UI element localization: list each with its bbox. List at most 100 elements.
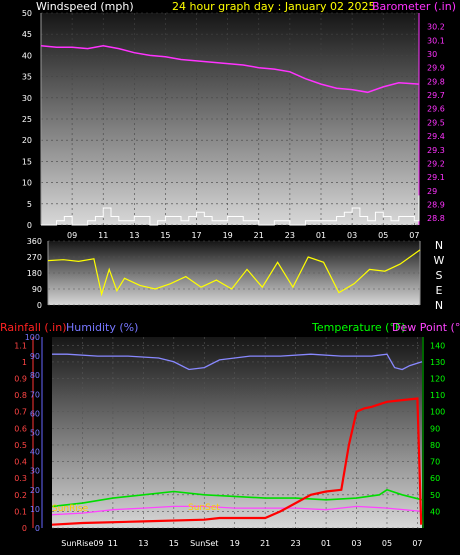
- humidity-tick-label: 60: [30, 409, 40, 418]
- humidity-tick-label: 80: [30, 371, 40, 380]
- temp-tick-label: 40: [430, 507, 440, 516]
- x-tick-label: 09: [67, 231, 77, 240]
- direction-tick-label: 90: [32, 285, 42, 294]
- wind-tick-label: 0: [27, 221, 32, 230]
- x-tick-label: 13: [138, 539, 148, 548]
- x-tick-label: 05: [382, 539, 392, 548]
- rain-tick-label: 0.4: [14, 458, 27, 467]
- x-tick-label: 15: [169, 539, 179, 548]
- x-tick-label: 11: [98, 231, 108, 240]
- temp-tick-label: 110: [430, 391, 445, 400]
- compass-letter: N: [435, 299, 443, 312]
- temp-tick-label: 120: [430, 375, 445, 384]
- humidity-tick-label: 40: [30, 448, 40, 457]
- x-tick-label: SunRise09: [61, 539, 103, 548]
- x-tick-label: 23: [291, 539, 301, 548]
- direction-tick-label: 180: [27, 269, 42, 278]
- x-tick-label: 07: [412, 539, 422, 548]
- humidity-axis-title: Humidity (%): [66, 321, 138, 334]
- compass-letter: E: [436, 284, 443, 297]
- rain-tick-label: 0.6: [14, 424, 27, 433]
- x-tick-label: 01: [316, 231, 326, 240]
- baro-tick-label: 28.9: [427, 200, 445, 209]
- temp-tick-label: 90: [430, 424, 440, 433]
- weather-graph-screen: Windspeed (mph) 24 hour graph day : Janu…: [0, 0, 460, 555]
- direction-tick-label: 0: [37, 301, 42, 310]
- rain-tick-label: 0.5: [14, 441, 27, 450]
- humidity-tick-label: 50: [30, 429, 40, 438]
- rain-tick-label: 0.8: [14, 391, 27, 400]
- x-tick-label: 11: [108, 539, 118, 548]
- baro-tick-label: 30: [427, 50, 437, 59]
- direction-tick-label: 270: [27, 253, 42, 262]
- direction-tick-label: 360: [27, 237, 42, 246]
- x-tick-label: 19: [230, 539, 240, 548]
- baro-tick-label: 29.9: [427, 64, 445, 73]
- wind-tick-label: 15: [22, 157, 32, 166]
- temp-tick-label: 140: [430, 341, 445, 350]
- wind-tick-label: 45: [22, 30, 32, 39]
- dewpoint-axis-title: Dew Point (°F): [392, 321, 460, 334]
- chart-title: 24 hour graph day : January 02 2025: [172, 0, 376, 13]
- wind-tick-label: 35: [22, 73, 32, 82]
- x-tick-label: 15: [160, 231, 170, 240]
- temp-tick-label: 100: [430, 408, 445, 417]
- wind-tick-label: 5: [27, 200, 32, 209]
- baro-tick-label: 29.7: [427, 91, 445, 100]
- baro-tick-label: 29.6: [427, 105, 445, 114]
- rain-tick-label: 0.2: [14, 491, 27, 500]
- temp-tick-label: 80: [430, 441, 440, 450]
- x-tick-label: 19: [223, 231, 233, 240]
- rain-tick-label: 1.1: [14, 341, 27, 350]
- weather-graphs-svg: Windspeed (mph) 24 hour graph day : Janu…: [0, 0, 460, 548]
- wind-tick-label: 20: [22, 136, 32, 145]
- x-tick-label: 23: [285, 231, 295, 240]
- rain-tick-label: 0: [22, 524, 27, 533]
- humidity-tick-label: 70: [30, 390, 40, 399]
- baro-tick-label: 29.3: [427, 146, 445, 155]
- rain-tick-label: 0.1: [14, 507, 27, 516]
- baro-tick-label: 29.5: [427, 118, 445, 127]
- humidity-tick-label: 10: [30, 505, 40, 514]
- windspeed-axis-title: Windspeed (mph): [36, 0, 134, 13]
- compass-letter: S: [436, 269, 443, 282]
- wind-tick-label: 30: [22, 94, 32, 103]
- baro-tick-label: 29.2: [427, 159, 445, 168]
- compass-letters: NWSEN: [434, 239, 445, 312]
- x-tick-label: 21: [254, 231, 264, 240]
- x-tick-label: SunSet: [190, 539, 218, 548]
- sunrise-annotation: SunRise: [52, 504, 89, 514]
- humidity-tick-label: 100: [25, 333, 40, 342]
- barometer-axis-title: Barometer (.in): [372, 0, 456, 13]
- baro-tick-label: 29.4: [427, 132, 445, 141]
- compass-letter: N: [435, 239, 443, 252]
- x-tick-label: 17: [191, 231, 201, 240]
- baro-tick-label: 30.1: [427, 36, 445, 45]
- baro-tick-label: 28.8: [427, 214, 445, 223]
- humidity-tick-label: 20: [30, 486, 40, 495]
- wind-tick-label: 10: [22, 179, 32, 188]
- baro-tick-label: 29.8: [427, 77, 445, 86]
- temp-tick-label: 50: [430, 491, 440, 500]
- sunset-annotation: SunSet: [188, 503, 220, 513]
- rain-tick-label: 0.9: [14, 375, 27, 384]
- temp-tick-label: 60: [430, 474, 440, 483]
- x-tick-label: 05: [378, 231, 388, 240]
- humidity-tick-label: 0: [35, 524, 40, 533]
- rain-tick-label: 0.7: [14, 408, 27, 417]
- x-tick-label: 21: [260, 539, 270, 548]
- wind-tick-label: 25: [22, 115, 32, 124]
- rainfall-axis-title: Rainfall (.in): [0, 321, 67, 334]
- humidity-tick-label: 90: [30, 352, 40, 361]
- rain-tick-label: 0.3: [14, 474, 27, 483]
- wind-tick-label: 40: [22, 51, 32, 60]
- humidity-tick-label: 30: [30, 467, 40, 476]
- x-tick-label: 13: [129, 231, 139, 240]
- baro-tick-label: 29: [427, 187, 437, 196]
- temp-tick-label: 130: [430, 358, 445, 367]
- x-tick-label: 01: [321, 539, 331, 548]
- x-tick-label: 03: [351, 539, 361, 548]
- rain-tick-label: 1: [22, 358, 27, 367]
- temp-tick-label: 70: [430, 458, 440, 467]
- x-tick-label: 03: [347, 231, 357, 240]
